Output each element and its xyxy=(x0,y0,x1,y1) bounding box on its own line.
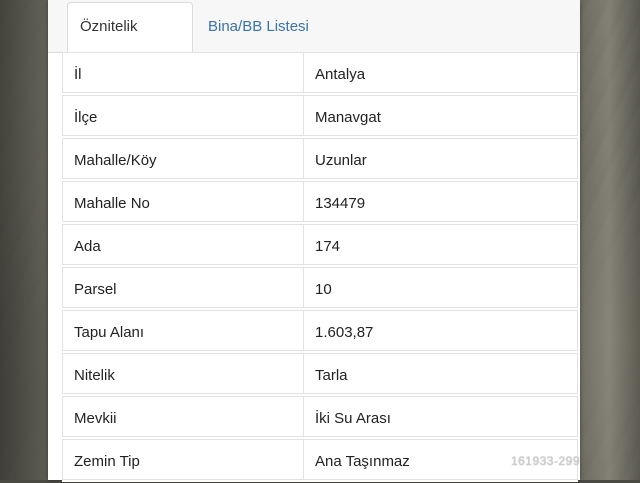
table-row: Mahalle No 134479 xyxy=(62,181,578,224)
parcel-info-panel: Öznitelik Bilgisi Bina/BB Listesi İl Ant… xyxy=(48,0,580,482)
row-value: 134479 xyxy=(304,181,578,222)
tab-building-list[interactable]: Bina/BB Listesi xyxy=(196,0,321,51)
row-label: İl xyxy=(62,52,304,93)
row-value: Tarla xyxy=(304,353,578,394)
table-row: Parsel 10 xyxy=(62,267,578,310)
row-value: 10 xyxy=(304,267,578,308)
table-row: Mahalle/Köy Uzunlar xyxy=(62,138,578,181)
table-row: Mevkii İki Su Arası xyxy=(62,396,578,439)
table-row: Nitelik Tarla xyxy=(62,353,578,396)
row-label: Mahalle No xyxy=(62,181,304,222)
row-label: Tapu Alanı xyxy=(62,310,304,351)
row-label: Mahalle/Köy xyxy=(62,138,304,179)
row-label: Nitelik xyxy=(62,353,304,394)
table-row: İlçe Manavgat xyxy=(62,95,578,138)
map-background-right xyxy=(578,0,640,480)
row-value: Antalya xyxy=(304,52,578,93)
row-value: Manavgat xyxy=(304,95,578,136)
row-value: 1.603,87 xyxy=(304,310,578,351)
table-row: Zemin Tip Ana Taşınmaz xyxy=(62,439,578,482)
row-label: Mevkii xyxy=(62,396,304,437)
table-row: Ada 174 xyxy=(62,224,578,267)
tab-attribute-info[interactable]: Öznitelik Bilgisi xyxy=(67,2,193,83)
watermark: 161933-299 xyxy=(510,454,580,468)
tab-bar: Öznitelik Bilgisi Bina/BB Listesi xyxy=(48,0,580,83)
row-label: İlçe xyxy=(62,95,304,136)
row-value: 174 xyxy=(304,224,578,265)
row-label: Ada xyxy=(62,224,304,265)
row-label: Zemin Tip xyxy=(62,439,304,480)
row-value: Uzunlar xyxy=(304,138,578,179)
row-label: Parsel xyxy=(62,267,304,308)
table-row: Tapu Alanı 1.603,87 xyxy=(62,310,578,353)
table-row: İl Antalya xyxy=(62,52,578,95)
row-value: İki Su Arası xyxy=(304,396,578,437)
